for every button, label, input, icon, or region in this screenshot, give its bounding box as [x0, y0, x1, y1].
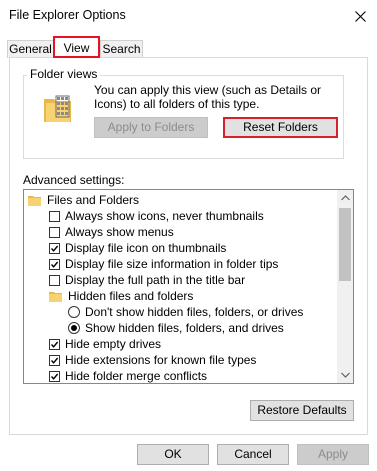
folder-views-description: You can apply this view (such as Details… [94, 83, 322, 111]
chevron-down-icon [340, 372, 350, 378]
tree-item-label: Hide extensions for known file types [65, 353, 257, 367]
checkbox[interactable] [49, 242, 60, 254]
checkbox[interactable] [49, 354, 60, 366]
advanced-settings-list[interactable]: Files and Folders Always show icons, nev… [23, 189, 354, 384]
close-icon [354, 10, 366, 22]
tree-checkbox-row[interactable]: Display file icon on thumbnails [49, 240, 226, 256]
tree-item-label: Display file size information in folder … [65, 257, 279, 271]
tree-item-label: Don't show hidden files, folders, or dri… [85, 305, 304, 319]
tree-checkbox-row[interactable]: Display the full path in the title bar [49, 272, 245, 288]
radio-button[interactable] [68, 322, 80, 334]
tree-item-label: Hidden files and folders [68, 289, 194, 303]
checkbox[interactable] [49, 258, 60, 270]
tree-checkbox-row[interactable]: Hide folder merge conflicts [49, 368, 208, 383]
folder-view-icon [44, 95, 71, 122]
checkmark-icon [50, 261, 59, 268]
checkmark-icon [50, 357, 59, 364]
checkbox[interactable] [49, 226, 60, 238]
tab-view[interactable]: View [53, 36, 100, 58]
tree-item-label: Always show menus [65, 225, 174, 239]
scroll-down-button[interactable] [337, 367, 353, 383]
ok-button[interactable]: OK [137, 444, 209, 465]
folder-icon [49, 291, 62, 302]
tab-strip: General View Search [0, 36, 377, 58]
tree-item-label: Display the full path in the title bar [65, 273, 246, 287]
tree-item-label: Always show icons, never thumbnails [65, 209, 264, 223]
checkmark-icon [50, 245, 59, 252]
tree-checkbox-row[interactable]: Hide extensions for known file types [49, 352, 256, 368]
tree-radio-row[interactable]: Show hidden files, folders, and drives [68, 320, 284, 336]
checkmark-icon [50, 373, 59, 380]
tree-radio-row[interactable]: Don't show hidden files, folders, or dri… [68, 304, 303, 320]
tree-item-label: Hide empty drives [65, 337, 162, 351]
checkbox[interactable] [49, 338, 60, 350]
tree-item-label: Show hidden files, folders, and drives [85, 321, 284, 335]
apply-to-folders-button[interactable]: Apply to Folders [94, 117, 208, 138]
tree-item-label: Files and Folders [47, 193, 140, 207]
tree-checkbox-row[interactable]: Always show menus [49, 224, 174, 240]
tree-folder-hidden-files: Hidden files and folders [49, 288, 193, 304]
checkbox[interactable] [49, 210, 60, 222]
scroll-thumb[interactable] [339, 208, 351, 281]
tab-search[interactable]: Search [100, 40, 143, 58]
dialog-footer: OK Cancel Apply [0, 435, 377, 471]
close-button[interactable] [343, 0, 377, 32]
radio-button[interactable] [68, 306, 80, 318]
chevron-up-icon [340, 195, 350, 201]
cancel-button[interactable]: Cancel [217, 444, 289, 465]
vertical-scrollbar[interactable] [337, 190, 353, 383]
checkbox[interactable] [49, 274, 60, 286]
tree-folder-files-and-folders: Files and Folders [28, 192, 139, 208]
folder-icon [28, 195, 41, 206]
tree-checkbox-row[interactable]: Display file size information in folder … [49, 256, 278, 272]
tree-checkbox-row[interactable]: Hide empty drives [49, 336, 161, 352]
tree-item-label: Display file icon on thumbnails [65, 241, 227, 255]
folder-views-legend: Folder views [27, 67, 101, 81]
scroll-up-button[interactable] [337, 190, 353, 206]
tree-checkbox-row[interactable]: Always show icons, never thumbnails [49, 208, 264, 224]
window-title: File Explorer Options [9, 8, 126, 22]
checkmark-icon [50, 341, 59, 348]
apply-button[interactable]: Apply [297, 444, 369, 465]
checkbox[interactable] [49, 370, 60, 382]
tree-item-label: Hide folder merge conflicts [65, 369, 208, 383]
reset-folders-button[interactable]: Reset Folders [223, 117, 338, 138]
title-bar: File Explorer Options [0, 0, 377, 32]
advanced-settings-label: Advanced settings: [23, 173, 125, 187]
restore-defaults-button[interactable]: Restore Defaults [250, 400, 354, 421]
tab-general[interactable]: General [7, 40, 54, 58]
